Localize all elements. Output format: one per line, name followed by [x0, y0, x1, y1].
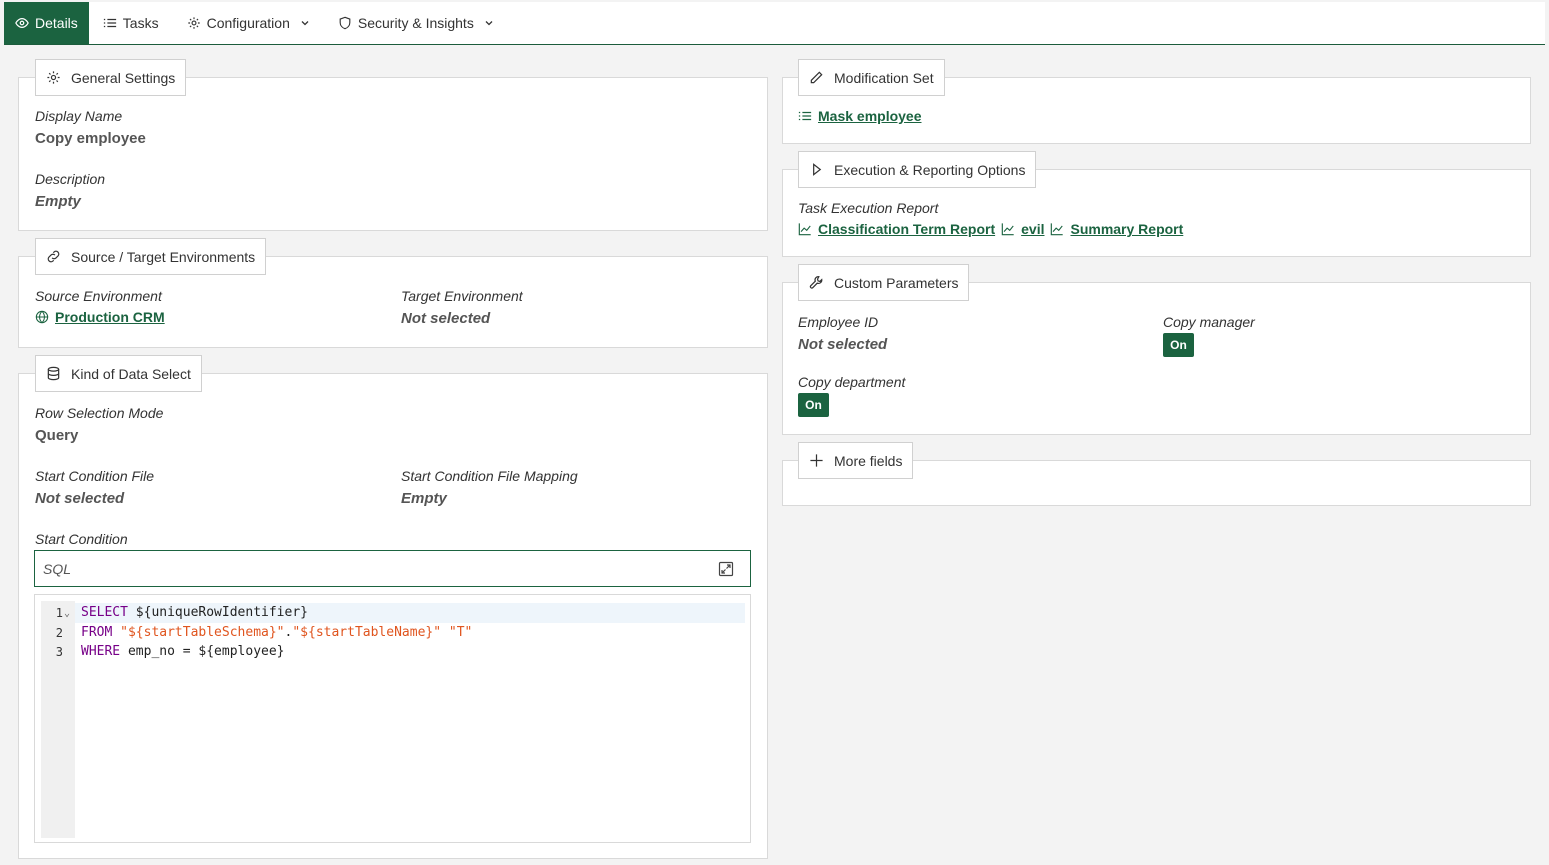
line-number: 2 [55, 626, 63, 640]
sql-mode-label: SQL [43, 560, 72, 577]
expand-icon[interactable] [718, 561, 734, 577]
plus-icon [810, 454, 823, 467]
source-environment-value: Production CRM [55, 309, 165, 325]
sql-keyword: WHERE [81, 644, 121, 659]
tab-tasks-label: Tasks [122, 15, 159, 31]
code-line: SELECT ${uniqueRowIdentifier} [81, 603, 308, 623]
target-environment-label: Target Environment [401, 288, 523, 304]
copy-department-label: Copy department [798, 374, 906, 390]
report-links: Classification Term Report evil Summary … [798, 221, 1183, 237]
kind-of-data-title: Kind of Data Select [71, 365, 191, 382]
custom-parameters-panel [782, 282, 1531, 435]
general-settings-header: General Settings [35, 59, 187, 96]
globe-icon [35, 310, 49, 324]
sql-string: "${startTableSchema}" [120, 625, 285, 640]
database-icon [47, 366, 60, 381]
classification-term-report-link[interactable]: Classification Term Report [818, 221, 995, 237]
list-icon [103, 18, 116, 28]
more-fields-button[interactable]: More fields [798, 442, 914, 479]
kind-of-data-header: Kind of Data Select [35, 355, 202, 392]
chevron-down-icon [485, 21, 493, 26]
chart-line-icon [1051, 223, 1064, 236]
tab-security-insights[interactable]: Security & Insights [324, 2, 508, 44]
sql-code-editor[interactable]: 1 ⌄ 2 3 SELECT ${uniqueRowIdentifier} FR… [34, 594, 751, 843]
row-selection-mode-value: Query [35, 427, 79, 444]
evil-report-link[interactable]: evil [1021, 221, 1044, 237]
fold-arrow-icon[interactable]: ⌄ [64, 604, 70, 624]
pencil-icon [810, 71, 823, 84]
copy-manager-label: Copy manager [1163, 314, 1255, 330]
modification-set-header: Modification Set [798, 59, 945, 96]
general-settings-title: General Settings [71, 69, 176, 86]
sql-mode-bar[interactable]: SQL [34, 550, 751, 587]
copy-department-toggle[interactable]: On [798, 393, 829, 417]
shield-icon [339, 16, 351, 30]
link-icon [47, 250, 60, 263]
chart-line-icon [1001, 223, 1014, 236]
tab-configuration[interactable]: Configuration [173, 2, 324, 44]
chevron-down-icon [301, 21, 309, 26]
tab-details-label: Details [35, 15, 78, 31]
description-label: Description [35, 171, 106, 187]
code-line: FROM "${startTableSchema}"."${startTable… [81, 623, 472, 643]
code-text: emp_no = ${employee} [120, 644, 285, 659]
code-text: ${uniqueRowIdentifier} [127, 605, 308, 620]
sql-keyword: SELECT [81, 605, 128, 620]
mask-employee-label: Mask employee [818, 108, 922, 124]
copy-manager-toggle[interactable]: On [1163, 333, 1194, 357]
start-condition-file-value: Not selected [35, 490, 125, 507]
employee-id-value: Not selected [798, 336, 888, 353]
summary-report-link[interactable]: Summary Report [1070, 221, 1183, 237]
general-settings-panel [18, 77, 768, 231]
line-number: 3 [55, 645, 63, 659]
sql-keyword: FROM [81, 625, 113, 640]
sql-string: "${startTableName}" [292, 625, 442, 640]
more-fields-label: More fields [834, 452, 903, 469]
environments-title: Source / Target Environments [71, 248, 256, 265]
tab-configuration-label: Configuration [206, 15, 290, 31]
target-environment-value: Not selected [401, 310, 491, 327]
description-value: Empty [35, 193, 81, 210]
line-number: 1 [55, 606, 63, 620]
source-environment-link[interactable]: Production CRM [35, 309, 165, 325]
start-condition-mapping-label: Start Condition File Mapping [401, 468, 578, 484]
modification-set-title: Modification Set [834, 69, 934, 86]
environments-header: Source / Target Environments [35, 238, 267, 275]
display-name-value: Copy employee [35, 130, 146, 147]
mask-employee-link[interactable]: Mask employee [798, 108, 922, 124]
start-condition-file-label: Start Condition File [35, 468, 155, 484]
employee-id-label: Employee ID [798, 314, 879, 330]
source-environment-label: Source Environment [35, 288, 162, 304]
list-icon [798, 111, 812, 121]
tab-bar: Details Tasks Configuration Security & I… [4, 2, 1545, 45]
tab-security-insights-label: Security & Insights [357, 15, 474, 31]
start-condition-mapping-value: Empty [401, 490, 447, 507]
tab-details[interactable]: Details [4, 2, 89, 44]
tab-tasks[interactable]: Tasks [89, 2, 173, 44]
execution-title: Execution & Reporting Options [834, 161, 1026, 178]
chart-line-icon [798, 223, 811, 236]
sql-string: "T" [448, 625, 473, 640]
display-name-label: Display Name [35, 108, 123, 124]
execution-header: Execution & Reporting Options [798, 151, 1037, 188]
eye-icon [15, 18, 29, 28]
custom-parameters-title: Custom Parameters [834, 274, 959, 291]
custom-parameters-header: Custom Parameters [798, 264, 970, 301]
task-execution-report-label: Task Execution Report [798, 200, 939, 216]
gear-icon [47, 71, 60, 84]
wrench-icon [809, 276, 823, 289]
start-condition-label: Start Condition [35, 531, 128, 547]
row-selection-mode-label: Row Selection Mode [35, 405, 164, 421]
play-icon [813, 163, 822, 176]
code-line: WHERE emp_no = ${employee} [81, 642, 285, 662]
gear-icon [187, 17, 200, 29]
